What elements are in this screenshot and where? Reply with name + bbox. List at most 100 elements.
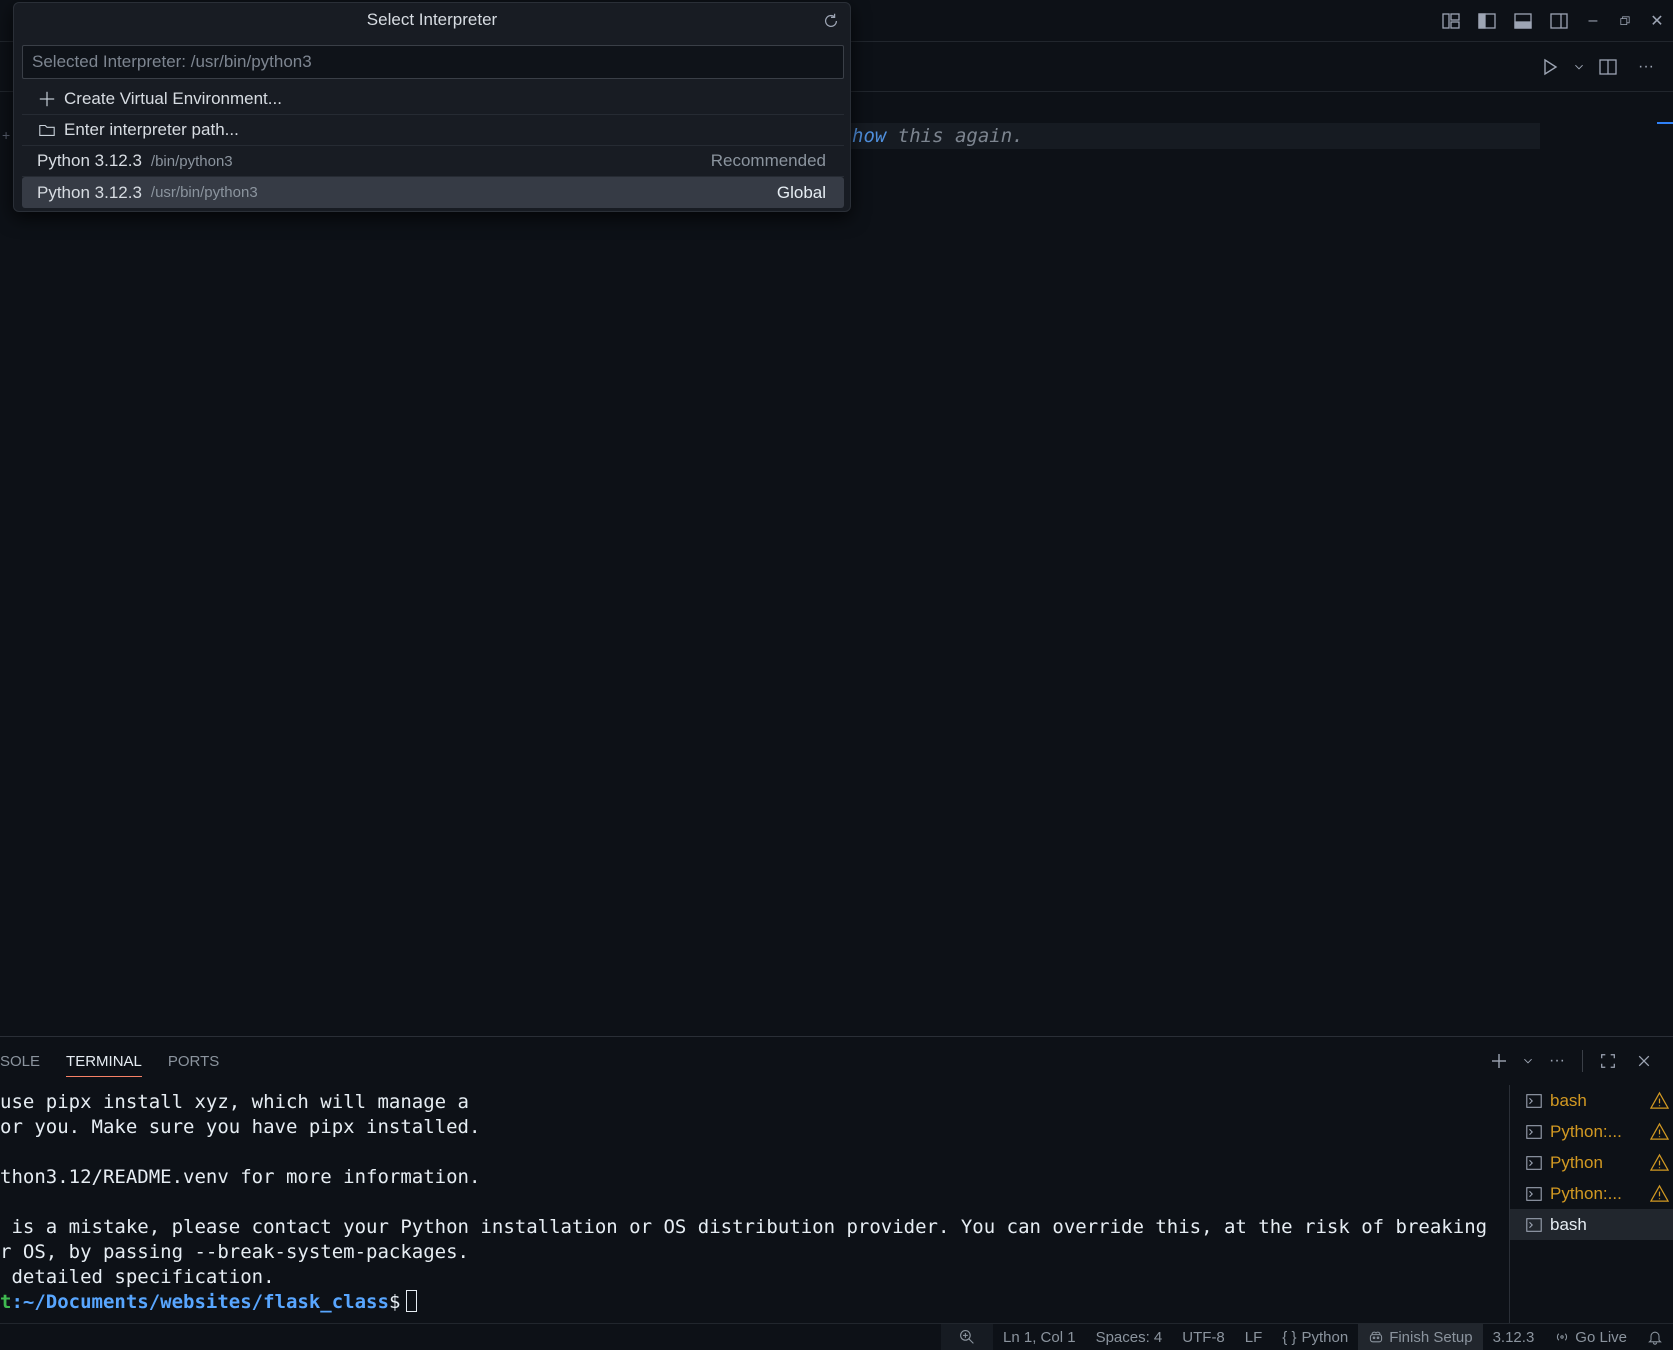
tab-debug-console[interactable]: SOLE <box>0 1037 53 1085</box>
scrollbar-marker <box>1657 122 1673 124</box>
warning-icon <box>1649 1122 1670 1146</box>
more-actions-icon[interactable]: ··· <box>1629 50 1663 84</box>
python-version[interactable]: 3.12.3 <box>1483 1324 1545 1350</box>
toggle-primary-sidebar-icon[interactable] <box>1469 3 1505 39</box>
item-badge: Global <box>776 182 826 202</box>
finish-setup-label: Finish Setup <box>1389 1328 1473 1346</box>
item-label: Python 3.12.3 <box>37 182 142 202</box>
prompt-symbol: $ <box>388 1291 401 1313</box>
interpreter-item-global[interactable]: Python 3.12.3 /usr/bin/python3 Global <box>22 177 844 208</box>
folder-icon <box>37 120 57 140</box>
terminal-cursor <box>406 1290 418 1312</box>
terminal-tab-label: Python <box>1550 1152 1603 1172</box>
new-terminal-icon[interactable] <box>1484 1044 1514 1078</box>
status-bar: Ln 1, Col 1 Spaces: 4 UTF-8 LF { } Pytho… <box>0 1323 1673 1350</box>
notifications-icon[interactable] <box>1637 1324 1673 1350</box>
terminal-line: use pipx install xyz, which will manage … <box>0 1091 469 1113</box>
close-window-icon[interactable]: ✕ <box>1641 3 1673 39</box>
terminal-icon <box>1524 1123 1544 1141</box>
plus-icon <box>37 89 57 109</box>
language-label: Python <box>1301 1328 1349 1346</box>
item-label: Python 3.12.3 <box>37 151 142 170</box>
create-virtual-environment-item[interactable]: Create Virtual Environment... <box>22 84 844 115</box>
prompt-path: :~/Documents/websites/flask_class <box>11 1291 389 1313</box>
gutter-add-icon: + <box>2 127 11 143</box>
item-label: Enter interpreter path... <box>64 120 239 139</box>
chevron-down-icon[interactable] <box>1571 50 1587 84</box>
refresh-icon[interactable] <box>820 10 842 32</box>
finish-setup-button[interactable]: Finish Setup <box>1358 1323 1483 1350</box>
quickpick-title: Select Interpreter <box>14 3 850 37</box>
editor-area[interactable]: + how this again. <box>0 92 1673 1036</box>
terminal-icon <box>1524 1092 1544 1110</box>
editor-actions: ··· <box>1533 50 1663 84</box>
terminal-icon <box>1524 1185 1544 1203</box>
terminal-prompt: t:~/Documents/websites/flask_class$ <box>0 1290 418 1315</box>
terminal-tab-label: bash <box>1550 1090 1587 1110</box>
item-label: Create Virtual Environment... <box>64 89 282 108</box>
copilot-icon <box>1370 1331 1383 1343</box>
split-editor-icon[interactable] <box>1591 50 1625 84</box>
tab-terminal[interactable]: TERMINAL <box>53 1037 155 1085</box>
cursor-position[interactable]: Ln 1, Col 1 <box>993 1324 1086 1350</box>
terminal-tab-label: Python:... <box>1550 1121 1622 1141</box>
panel-tabs: SOLE TERMINAL PORTS <box>0 1037 232 1085</box>
interpreter-item-recommended[interactable]: Python 3.12.3 /bin/python3 Recommended <box>22 146 844 177</box>
more-actions-icon[interactable]: ··· <box>1542 1044 1572 1078</box>
terminal-line: or you. Make sure you have pipx installe… <box>0 1116 481 1138</box>
terminal-icon <box>1524 1216 1544 1234</box>
encoding[interactable]: UTF-8 <box>1172 1324 1235 1350</box>
run-python-file-icon[interactable] <box>1533 50 1567 84</box>
maximize-panel-icon[interactable] <box>1593 1044 1623 1078</box>
minimize-icon[interactable]: – <box>1577 3 1609 39</box>
layout-controls: – ✕ <box>1433 0 1673 42</box>
terminal-tab-label: bash <box>1550 1214 1587 1234</box>
enter-interpreter-path-item[interactable]: Enter interpreter path... <box>22 115 844 146</box>
interpreter-list: Create Virtual Environment... Enter inte… <box>22 84 844 208</box>
terminal-output[interactable]: use pipx install xyz, which will manage … <box>0 1085 1508 1323</box>
terminal-tab-python[interactable]: Python:... <box>1510 1178 1673 1209</box>
indentation[interactable]: Spaces: 4 <box>1086 1324 1173 1350</box>
quickpick-title-text: Select Interpreter <box>366 10 498 29</box>
interpreter-search-input[interactable]: Selected Interpreter: /usr/bin/python3 <box>22 45 844 79</box>
broadcast-icon <box>1557 1333 1568 1341</box>
ghost-keyword: how <box>852 125 887 147</box>
ghost-text: how this again. <box>852 123 1024 149</box>
terminal-line: is a mistake, please contact your Python… <box>0 1216 1488 1238</box>
zoom-icon[interactable] <box>941 1323 994 1350</box>
restore-icon[interactable] <box>1609 3 1641 39</box>
go-live-button[interactable]: Go Live <box>1544 1324 1637 1350</box>
go-live-label: Go Live <box>1575 1328 1627 1346</box>
select-interpreter-quickpick: Select Interpreter Selected Interpreter:… <box>13 2 851 212</box>
braces-icon: { } <box>1282 1328 1297 1346</box>
item-path: /bin/python3 <box>150 152 233 170</box>
language-mode[interactable]: { } Python <box>1272 1324 1358 1350</box>
terminal-line: thon3.12/README.venv for more informatio… <box>0 1166 481 1188</box>
terminal-tab-python[interactable]: Python <box>1510 1147 1673 1178</box>
tab-ports[interactable]: PORTS <box>155 1037 232 1085</box>
toggle-secondary-sidebar-icon[interactable] <box>1541 3 1577 39</box>
terminal-tab-bash[interactable]: bash <box>1510 1085 1673 1116</box>
bottom-panel: SOLE TERMINAL PORTS ··· use pipx install… <box>0 1036 1673 1323</box>
toggle-panel-icon[interactable] <box>1505 3 1541 39</box>
terminal-tab-label: Python:... <box>1550 1183 1622 1203</box>
warning-icon <box>1649 1091 1670 1115</box>
panel-actions: ··· <box>1484 1044 1659 1078</box>
terminal-icon <box>1524 1154 1544 1172</box>
divider <box>1582 1050 1583 1072</box>
item-badge: Recommended <box>710 151 826 170</box>
customize-layout-icon[interactable] <box>1433 3 1469 39</box>
chevron-down-icon[interactable] <box>1520 1044 1536 1078</box>
terminal-line: r OS, by passing --break-system-packages… <box>0 1241 469 1263</box>
terminal-tabs-list: bash Python:... Python Python:... bash <box>1509 1085 1673 1323</box>
ghost-rest: this again. <box>886 125 1024 147</box>
warning-icon <box>1649 1153 1670 1177</box>
terminal-line: detailed specification. <box>0 1266 275 1288</box>
terminal-tab-bash[interactable]: bash <box>1510 1209 1673 1240</box>
prompt-user: t <box>0 1291 12 1313</box>
item-path: /usr/bin/python3 <box>150 184 258 201</box>
close-panel-icon[interactable] <box>1629 1044 1659 1078</box>
warning-icon <box>1649 1184 1670 1208</box>
end-of-line[interactable]: LF <box>1235 1324 1273 1350</box>
terminal-tab-python[interactable]: Python:... <box>1510 1116 1673 1147</box>
